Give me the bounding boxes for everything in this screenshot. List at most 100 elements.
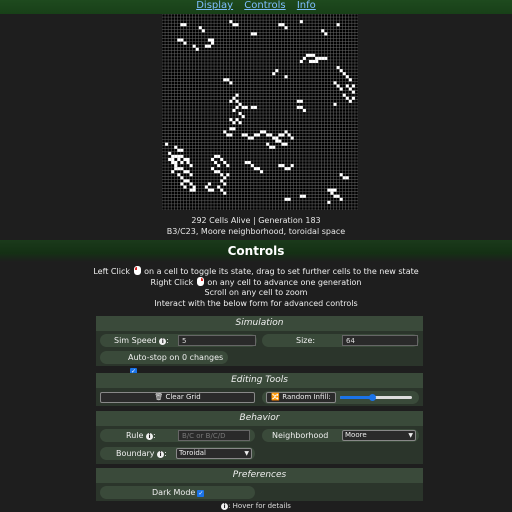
alive-cell[interactable]	[281, 133, 285, 137]
alive-cell[interactable]	[214, 154, 218, 158]
alive-cell[interactable]	[287, 167, 291, 171]
alive-cell[interactable]	[327, 188, 331, 192]
alive-cell[interactable]	[232, 96, 236, 100]
alive-cell[interactable]	[232, 23, 236, 27]
alive-cell[interactable]	[284, 26, 288, 30]
alive-cell[interactable]	[220, 179, 224, 183]
alive-cell[interactable]	[168, 151, 172, 155]
cell-grid-canvas[interactable]	[162, 14, 358, 210]
alive-cell[interactable]	[183, 179, 187, 183]
alive-cell[interactable]	[250, 32, 254, 36]
alive-cell[interactable]	[263, 130, 267, 134]
alive-cell[interactable]	[238, 112, 242, 116]
alive-cell[interactable]	[336, 84, 340, 88]
info-icon[interactable]: i	[145, 433, 153, 440]
alive-cell[interactable]	[333, 194, 337, 198]
alive-cell[interactable]	[241, 133, 245, 137]
alive-cell[interactable]	[244, 161, 248, 165]
alive-cell[interactable]	[333, 188, 337, 192]
alive-cell[interactable]	[207, 44, 211, 48]
alive-cell[interactable]	[241, 105, 245, 109]
alive-cell[interactable]	[250, 105, 254, 109]
alive-cell[interactable]	[235, 118, 239, 122]
neighborhood-select[interactable]: Moore ▼	[342, 430, 416, 441]
alive-cell[interactable]	[183, 170, 187, 174]
alive-cell[interactable]	[333, 81, 337, 85]
alive-cell[interactable]	[192, 44, 196, 48]
alive-cell[interactable]	[211, 157, 215, 161]
alive-cell[interactable]	[186, 179, 190, 183]
alive-cell[interactable]	[186, 161, 190, 165]
alive-cell[interactable]	[302, 108, 306, 112]
alive-cell[interactable]	[226, 133, 230, 137]
size-input[interactable]: 64	[342, 335, 418, 346]
alive-cell[interactable]	[260, 130, 264, 134]
alive-cell[interactable]	[330, 191, 334, 195]
alive-cell[interactable]	[327, 200, 331, 204]
alive-cell[interactable]	[253, 32, 257, 36]
alive-cell[interactable]	[168, 157, 172, 161]
alive-cell[interactable]	[189, 164, 193, 168]
alive-cell[interactable]	[275, 136, 279, 140]
alive-cell[interactable]	[226, 173, 230, 177]
alive-cell[interactable]	[211, 41, 215, 45]
alive-cell[interactable]	[309, 59, 313, 63]
alive-cell[interactable]	[189, 188, 193, 192]
alive-cell[interactable]	[250, 136, 254, 140]
alive-cell[interactable]	[324, 32, 328, 36]
cell-grid[interactable]	[162, 14, 358, 210]
alive-cell[interactable]	[351, 90, 355, 94]
alive-cell[interactable]	[180, 23, 184, 27]
alive-cell[interactable]	[351, 84, 355, 88]
random-infill-slider-thumb[interactable]	[369, 394, 377, 401]
alive-cell[interactable]	[180, 148, 184, 152]
alive-cell[interactable]	[336, 23, 340, 27]
alive-cell[interactable]	[238, 121, 242, 125]
alive-cell[interactable]	[336, 194, 340, 198]
alive-cell[interactable]	[312, 53, 316, 57]
alive-cell[interactable]	[312, 59, 316, 63]
alive-cell[interactable]	[223, 161, 227, 165]
alive-cell[interactable]	[302, 194, 306, 198]
alive-cell[interactable]	[247, 136, 251, 140]
alive-cell[interactable]	[189, 182, 193, 186]
dark-mode-field[interactable]: Dark Mode ✓	[100, 486, 255, 499]
alive-cell[interactable]	[348, 78, 352, 82]
alive-cell[interactable]	[345, 176, 349, 180]
alive-cell[interactable]	[284, 167, 288, 171]
alive-cell[interactable]	[223, 182, 227, 186]
alive-cell[interactable]	[284, 130, 288, 134]
alive-cell[interactable]	[174, 167, 178, 171]
alive-cell[interactable]	[342, 176, 346, 180]
alive-cell[interactable]	[272, 72, 276, 76]
alive-cell[interactable]	[315, 59, 319, 63]
alive-cell[interactable]	[204, 185, 208, 189]
alive-cell[interactable]	[217, 164, 221, 168]
alive-cell[interactable]	[229, 99, 233, 103]
alive-cell[interactable]	[253, 105, 257, 109]
alive-cell[interactable]	[342, 93, 346, 97]
alive-cell[interactable]	[174, 161, 178, 165]
alive-cell[interactable]	[260, 170, 264, 174]
alive-cell[interactable]	[272, 136, 276, 140]
info-icon[interactable]: i	[157, 451, 165, 458]
alive-cell[interactable]	[284, 75, 288, 79]
alive-cell[interactable]	[217, 154, 221, 158]
alive-cell[interactable]	[339, 69, 343, 73]
info-icon[interactable]: i	[159, 338, 167, 345]
alive-cell[interactable]	[229, 127, 233, 131]
alive-cell[interactable]	[315, 56, 319, 60]
alive-cell[interactable]	[256, 167, 260, 171]
alive-cell[interactable]	[232, 121, 236, 125]
alive-cell[interactable]	[217, 170, 221, 174]
alive-cell[interactable]	[281, 23, 285, 27]
alive-cell[interactable]	[309, 53, 313, 57]
nav-info-link[interactable]: Info	[297, 0, 316, 11]
alive-cell[interactable]	[174, 164, 178, 168]
alive-cell[interactable]	[220, 157, 224, 161]
alive-cell[interactable]	[330, 188, 334, 192]
alive-cell[interactable]	[201, 29, 205, 33]
alive-cell[interactable]	[177, 148, 181, 152]
alive-cell[interactable]	[272, 145, 276, 149]
alive-cell[interactable]	[229, 133, 233, 137]
